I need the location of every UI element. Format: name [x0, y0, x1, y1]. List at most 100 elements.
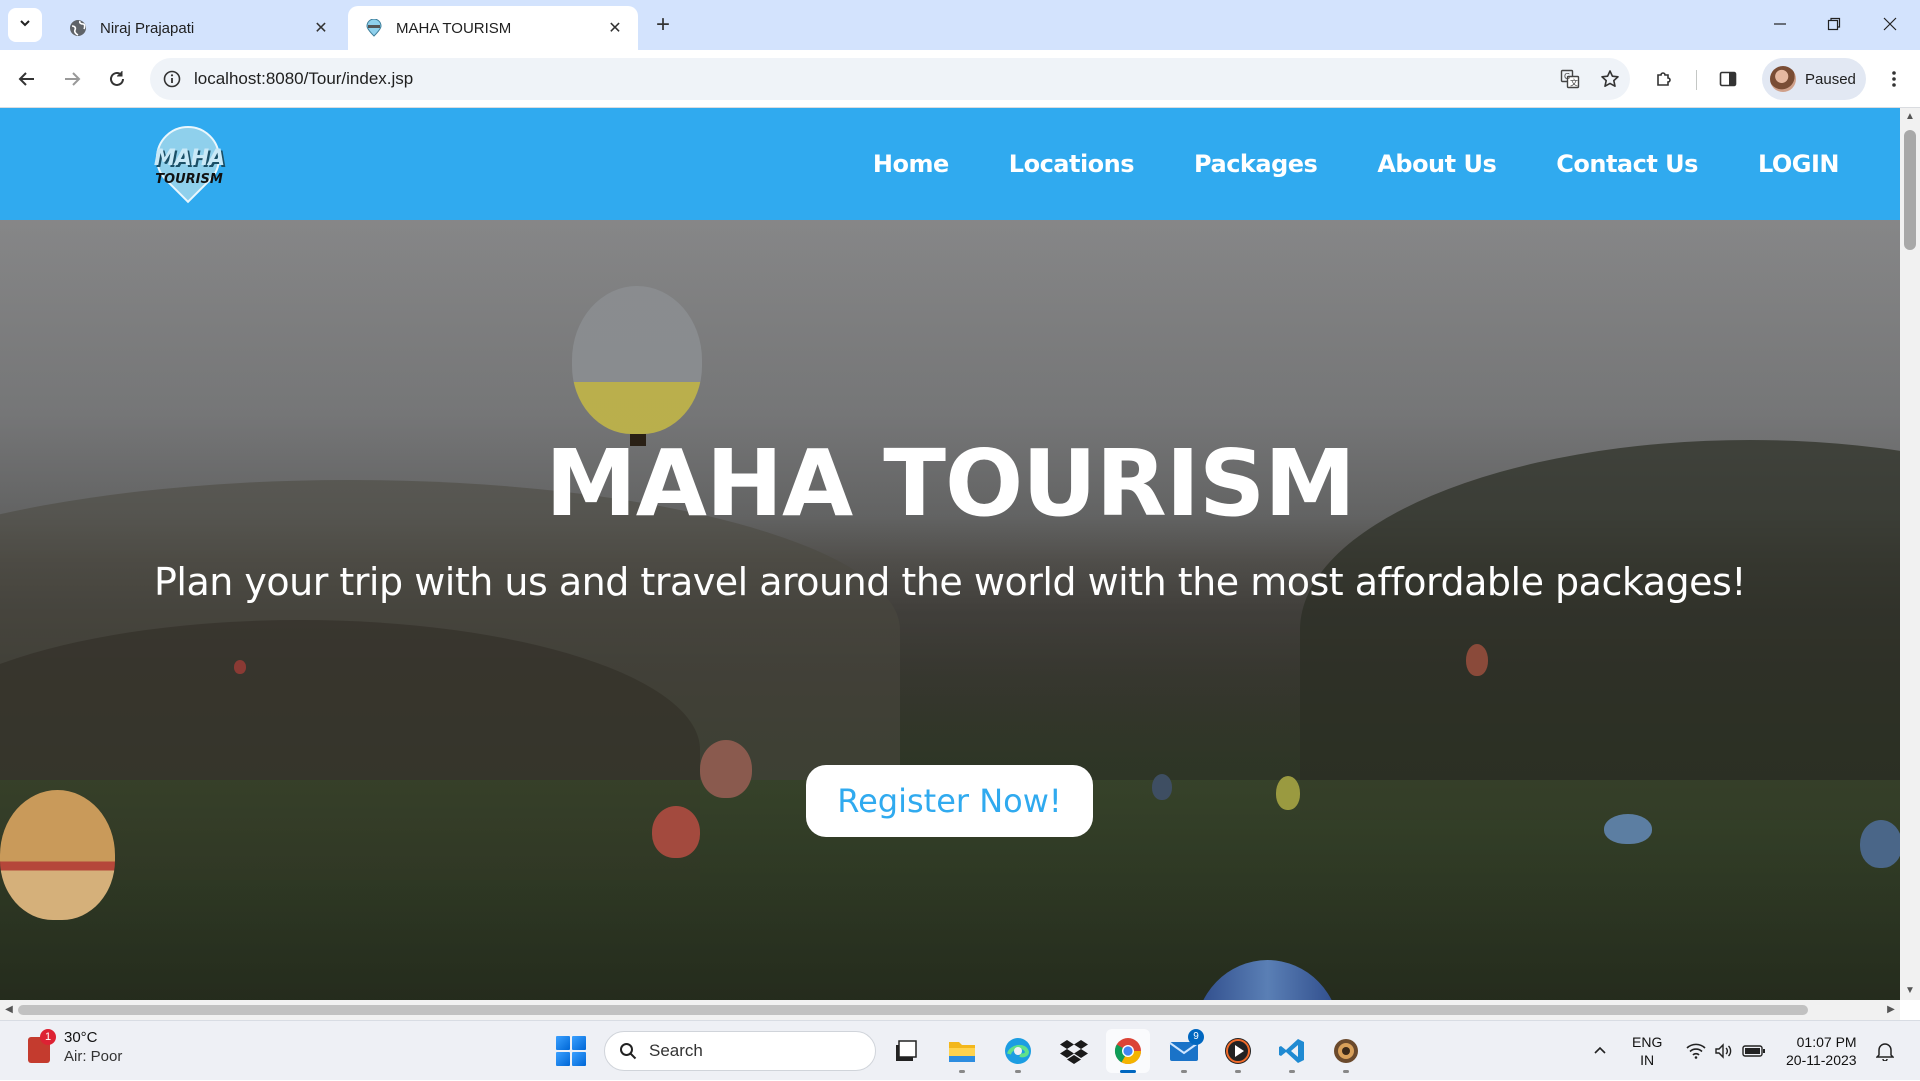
vertical-scrollbar[interactable]: ▲ ▼	[1900, 108, 1920, 1000]
balloon-image	[0, 790, 115, 920]
side-panel-button[interactable]	[1708, 59, 1748, 99]
scroll-right-icon[interactable]: ▶	[1882, 1000, 1900, 1020]
reload-button[interactable]	[100, 62, 134, 96]
browser-toolbar: localhost:8080/Tour/index.jsp G文 Paused	[0, 50, 1920, 108]
app-icon	[1334, 1039, 1358, 1063]
back-button[interactable]	[10, 62, 44, 96]
hero-title: MAHA TOURISM	[545, 430, 1356, 537]
horizontal-scrollbar[interactable]: ◀ ▶	[0, 1000, 1900, 1020]
task-view-button[interactable]	[884, 1029, 928, 1073]
nav-home[interactable]: Home	[873, 150, 949, 178]
volume-icon	[1715, 1043, 1732, 1059]
tab-title: MAHA TOURISM	[396, 19, 512, 37]
weather-badge: 1	[40, 1029, 56, 1045]
nav-locations[interactable]: Locations	[1009, 150, 1135, 178]
site-logo[interactable]: MAHA TOURISM	[142, 112, 234, 204]
nav-contact-us[interactable]: Contact Us	[1556, 150, 1698, 178]
dropbox-button[interactable]	[1052, 1029, 1096, 1073]
edge-browser-button[interactable]	[996, 1029, 1040, 1073]
close-icon[interactable]: ✕	[604, 17, 626, 39]
restore-button[interactable]	[1806, 0, 1862, 48]
site-header: MAHA TOURISM Home Locations Packages Abo…	[0, 108, 1900, 220]
nav-login[interactable]: LOGIN	[1758, 150, 1840, 178]
weather-alert-icon: 1	[24, 1029, 56, 1065]
extensions-button[interactable]	[1644, 59, 1684, 99]
folder-icon	[949, 1042, 975, 1062]
language-indicator[interactable]: ENG IN	[1632, 1033, 1662, 1069]
site-favicon	[364, 18, 384, 38]
balloon-image	[1604, 814, 1652, 844]
close-window-button[interactable]	[1862, 0, 1918, 48]
weather-status: Air: Poor	[64, 1048, 123, 1065]
new-tab-button[interactable]: +	[648, 10, 678, 40]
start-button[interactable]	[556, 1036, 586, 1066]
forward-button[interactable]	[55, 62, 89, 96]
balloon-image	[700, 740, 752, 798]
taskbar: 1 30°C Air: Poor Search 9 ENG IN 01:07 P…	[0, 1020, 1920, 1080]
play-icon	[1225, 1038, 1251, 1064]
chrome-button[interactable]	[1106, 1029, 1150, 1073]
profile-button[interactable]: Paused	[1762, 58, 1866, 100]
app-button[interactable]	[1324, 1029, 1368, 1073]
notifications-button[interactable]	[1876, 1021, 1894, 1081]
scrollbar-thumb[interactable]	[1904, 130, 1916, 250]
profile-status: Paused	[1805, 70, 1856, 88]
hero-subtitle: Plan your trip with us and travel around…	[153, 560, 1747, 604]
show-hidden-icons-button[interactable]	[1592, 1021, 1608, 1081]
vscode-button[interactable]	[1270, 1029, 1314, 1073]
vscode-icon	[1279, 1039, 1304, 1063]
register-now-button[interactable]: Register Now!	[806, 765, 1093, 837]
file-explorer-button[interactable]	[940, 1029, 984, 1073]
tab-strip: Niraj Prajapati ✕ MAHA TOURISM ✕ +	[0, 0, 1920, 50]
wifi-icon	[1686, 1043, 1706, 1059]
scroll-up-icon[interactable]: ▲	[1900, 108, 1920, 126]
main-navigation: Home Locations Packages About Us Contact…	[813, 108, 1840, 220]
arrow-right-icon	[65, 72, 81, 86]
search-placeholder: Search	[649, 1041, 703, 1060]
address-bar[interactable]: localhost:8080/Tour/index.jsp G文	[150, 58, 1630, 100]
browser-menu-button[interactable]	[1874, 59, 1914, 99]
balloon-image	[1152, 774, 1172, 800]
arrow-left-icon	[18, 72, 34, 86]
hero-section: MAHA TOURISM Plan your trip with us and …	[0, 220, 1900, 1000]
mail-button[interactable]: 9	[1162, 1029, 1206, 1073]
logo-text-maha: MAHA	[153, 146, 225, 171]
scrollbar-thumb[interactable]	[18, 1005, 1808, 1015]
weather-widget[interactable]: 1 30°C Air: Poor	[24, 1029, 122, 1065]
chrome-icon	[1114, 1038, 1142, 1065]
translate-icon[interactable]: G文	[1550, 59, 1590, 99]
weather-temp: 30°C	[64, 1029, 98, 1046]
globe-icon	[68, 18, 88, 38]
side-panel-icon	[1719, 71, 1737, 87]
clock-date: 20-11-2023	[1786, 1052, 1857, 1068]
network-volume-battery[interactable]	[1686, 1021, 1766, 1081]
kebab-menu-icon	[1892, 71, 1896, 87]
svg-text:文: 文	[1570, 78, 1578, 88]
bookmark-star-icon[interactable]	[1590, 59, 1630, 99]
tab-niraj-prajapati[interactable]: Niraj Prajapati ✕	[52, 6, 344, 50]
scroll-left-icon[interactable]: ◀	[0, 1000, 18, 1020]
scroll-down-icon[interactable]: ▼	[1900, 982, 1920, 1000]
tab-title: Niraj Prajapati	[100, 19, 195, 37]
close-icon[interactable]: ✕	[310, 17, 332, 39]
page-viewport: MAHA TOURISM Home Locations Packages Abo…	[0, 108, 1900, 1000]
logo-text-tourism: TOURISM	[155, 172, 223, 187]
search-icon	[620, 1043, 637, 1060]
clock[interactable]: 01:07 PM 20-11-2023	[1786, 1033, 1857, 1069]
nav-about-us[interactable]: About Us	[1377, 150, 1496, 178]
task-view-icon	[896, 1040, 917, 1061]
tab-search-button[interactable]	[8, 8, 42, 42]
puzzle-icon	[1657, 72, 1671, 86]
url-text[interactable]: localhost:8080/Tour/index.jsp	[194, 69, 1550, 89]
site-info-icon[interactable]	[150, 70, 194, 88]
minimize-button[interactable]	[1752, 0, 1808, 48]
media-player-button[interactable]	[1216, 1029, 1260, 1073]
battery-icon	[1742, 1045, 1765, 1057]
tab-maha-tourism[interactable]: MAHA TOURISM ✕	[348, 6, 638, 50]
nav-packages[interactable]: Packages	[1194, 150, 1318, 178]
taskbar-search[interactable]: Search	[604, 1031, 876, 1071]
clock-time: 01:07 PM	[1796, 1034, 1857, 1050]
balloon-image	[1466, 644, 1488, 676]
balloon-image	[234, 660, 246, 674]
region-code: IN	[1640, 1052, 1655, 1068]
